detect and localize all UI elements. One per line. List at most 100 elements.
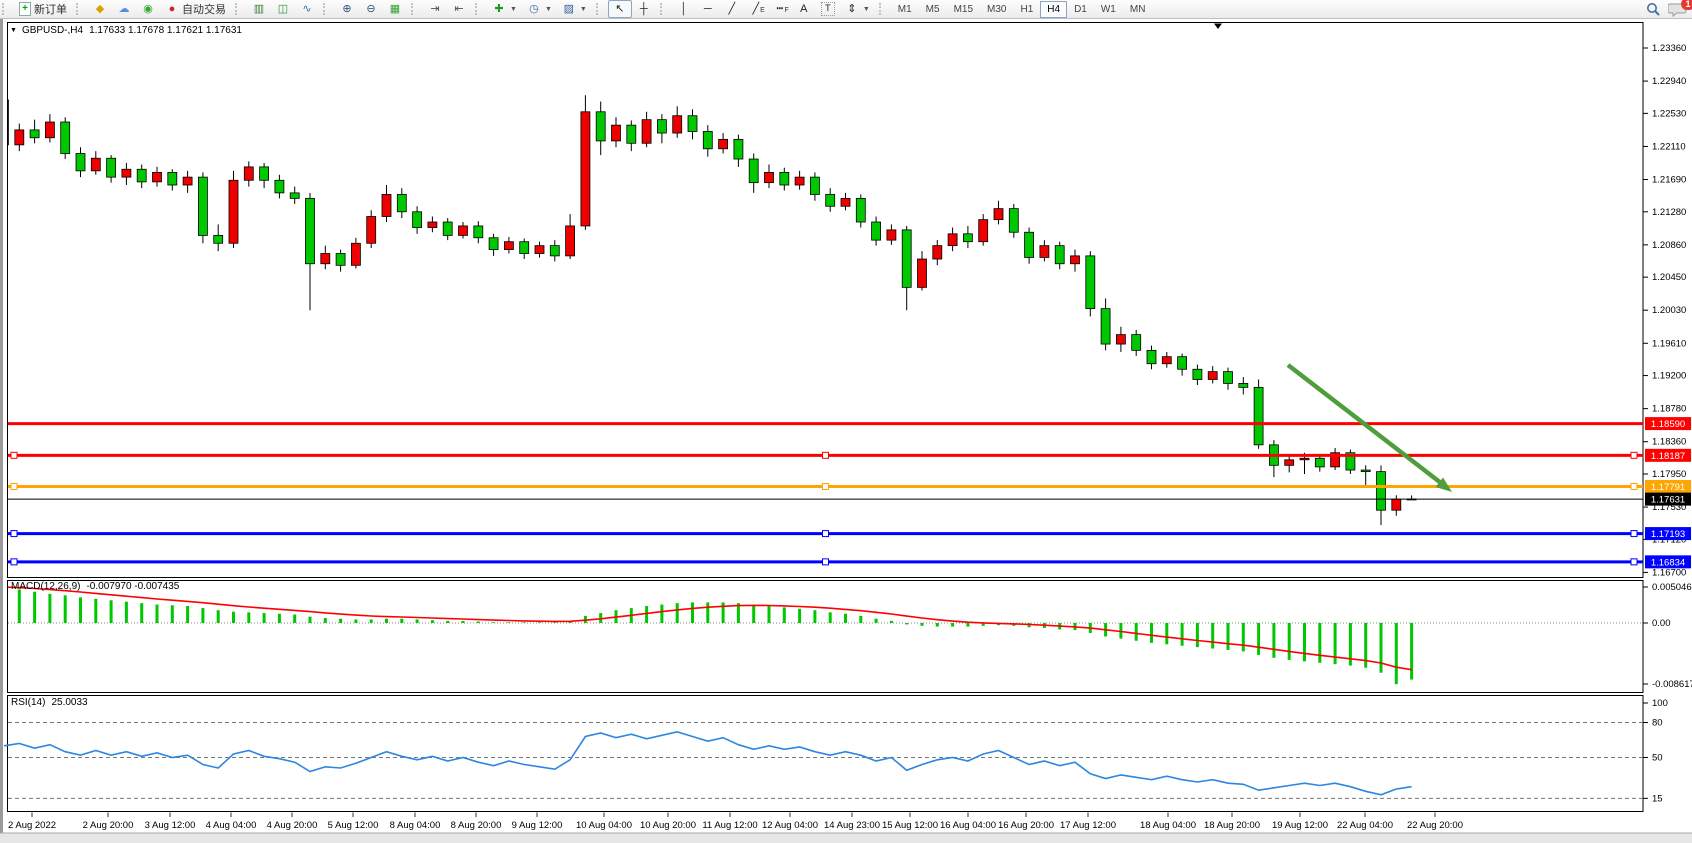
text-button[interactable]: A (792, 0, 816, 18)
tile-windows-button[interactable]: ▦ (383, 0, 407, 18)
vertical-line-button[interactable]: │ (672, 0, 696, 18)
candle-body (612, 125, 621, 141)
chart-bars-icon: ▥ (252, 2, 266, 16)
timeframe-d1-button[interactable]: D1 (1067, 1, 1094, 18)
market-watch-button[interactable]: ◆ (88, 0, 112, 18)
price-tick-label: 1.21690 (1652, 174, 1686, 185)
line-handle[interactable] (823, 531, 829, 537)
candle-body (765, 172, 774, 182)
bar-chart-button[interactable]: ▥ (247, 0, 271, 18)
chart-shift-button[interactable]: ⇤ (447, 0, 471, 18)
indicators-button[interactable]: ✚▼ (487, 0, 522, 18)
line-handle[interactable] (1631, 559, 1637, 565)
auto-scroll-button[interactable]: ⇥ (423, 0, 447, 18)
price-tick-label: 1.20030 (1652, 305, 1686, 316)
candle-body (229, 180, 238, 243)
time-tick-label: 14 Aug 23:00 (824, 820, 880, 831)
candle-body (719, 139, 728, 148)
line-handle[interactable] (823, 559, 829, 565)
line-handle[interactable] (11, 452, 17, 458)
candle-body (581, 112, 590, 226)
candlestick-chart-button[interactable]: ◫ (271, 0, 295, 18)
candle-body (856, 198, 865, 222)
rsi-line (4, 732, 1412, 795)
candle-body (321, 254, 330, 264)
zoom-out-button[interactable]: ⊖ (359, 0, 383, 18)
timeframe-h1-button[interactable]: H1 (1013, 1, 1040, 18)
timeframe-m30-button[interactable]: M30 (980, 1, 1013, 18)
trend-arrow[interactable] (1288, 365, 1452, 492)
chart-canvas[interactable]: 1.233601.229401.225301.221101.216901.212… (0, 18, 1692, 843)
shift-marker-icon[interactable] (1214, 24, 1222, 30)
line-chart-button[interactable]: ∿ (295, 0, 319, 18)
line-handle[interactable] (11, 484, 17, 490)
candle-body (810, 177, 819, 194)
candle-body (351, 243, 360, 265)
line-handle[interactable] (823, 452, 829, 458)
toolbar-grip (660, 3, 667, 15)
chart-title: GBPUSD-,H41.17633 1.17678 1.17621 1.1763… (10, 25, 242, 36)
chart-window[interactable]: 1.233601.229401.225301.221101.216901.212… (0, 18, 1692, 843)
main-panel-border (8, 23, 1644, 578)
zoom-in-button[interactable]: ⊕ (335, 0, 359, 18)
candle-body (30, 130, 39, 138)
macd-values: -0.007970 -0.007435 (86, 581, 179, 592)
candle-body (244, 167, 253, 180)
candle-body (45, 122, 54, 138)
dropdown-arrow-icon[interactable]: ▼ (580, 6, 587, 13)
notification-badge: 1 (1681, 0, 1692, 10)
dropdown-arrow-icon[interactable]: ▼ (863, 6, 870, 13)
toolbar: +新订单 ◆☁◉●自动交易 ▥ ◫∿ ⊕⊖▦ ⇥⇤ ✚▼◷▼▨▼ ↖┼ │ ─ ╱╱E┅FAT⇕▼ M… (0, 0, 1692, 19)
timeframe-m15-button[interactable]: M15 (947, 1, 980, 18)
dropdown-arrow-icon[interactable]: ▼ (510, 6, 517, 13)
time-tick-label: 2 Aug 2022 (8, 820, 56, 831)
time-tick-label: 4 Aug 20:00 (267, 820, 318, 831)
macd-axis[interactable]: 0.0050460.00-0.008617 (1643, 582, 1692, 690)
rsi-indicator-label: RSI(14)25.0033 (11, 697, 88, 708)
price-axis[interactable]: 1.233601.229401.225301.221101.216901.212… (1643, 43, 1691, 578)
timeframe-m1-button[interactable]: M1 (891, 1, 919, 18)
periods-button[interactable]: ◷▼ (522, 0, 557, 18)
search-icon[interactable] (1644, 1, 1662, 17)
price-tag-label: 1.17791 (1651, 482, 1685, 493)
rsi-tick-label: 15 (1652, 793, 1663, 804)
hlines-layer (8, 424, 1643, 565)
crosshair-button[interactable]: ┼ (632, 0, 656, 18)
line-handle[interactable] (823, 484, 829, 490)
candle-body (887, 230, 896, 240)
timeframe-mn-button[interactable]: MN (1123, 1, 1153, 18)
signals-button[interactable]: ◉ (136, 0, 160, 18)
rsi-axis[interactable]: 100805015 (1643, 698, 1668, 804)
trendline-button[interactable]: ╱ (720, 0, 744, 18)
line-handle[interactable] (1631, 531, 1637, 537)
line-handle[interactable] (11, 531, 17, 537)
arrows-button[interactable]: ⇕▼ (840, 0, 875, 18)
timeframe-h4-button[interactable]: H4 (1040, 1, 1067, 18)
equidistant-channel-button[interactable]: ╱E (744, 0, 768, 18)
profiles-button[interactable]: ☁ (112, 0, 136, 18)
price-tick-label: 1.16700 (1652, 567, 1686, 578)
line-handle[interactable] (1631, 484, 1637, 490)
new-order-button-label: 新订单 (34, 1, 67, 17)
templates-button[interactable]: ▨▼ (557, 0, 592, 18)
time-axis[interactable]: 2 Aug 20222 Aug 20:003 Aug 12:004 Aug 04… (8, 813, 1463, 832)
dropdown-arrow-icon[interactable]: ▼ (545, 6, 552, 13)
candle-body (474, 226, 483, 238)
horizontal-line-button[interactable]: ─ (696, 0, 720, 18)
new-order-button[interactable]: +新订单 (14, 0, 72, 18)
line-handle[interactable] (1631, 452, 1637, 458)
line-handle[interactable] (11, 559, 17, 565)
price-tick-label: 1.19610 (1652, 338, 1686, 349)
autotrading-button[interactable]: ●自动交易 (160, 0, 231, 18)
candle-body (336, 254, 345, 266)
cursor-button[interactable]: ↖ (608, 0, 632, 18)
price-tag-label: 1.17631 (1651, 495, 1685, 506)
timeframe-m5-button[interactable]: M5 (919, 1, 947, 18)
timeframe-w1-button[interactable]: W1 (1094, 1, 1123, 18)
text-label-button[interactable]: T (816, 0, 840, 18)
toolbar-grip (475, 3, 482, 15)
hline-icon: ─ (701, 2, 715, 16)
chat-icon[interactable]: 1 (1668, 1, 1690, 17)
fibonacci-button[interactable]: ┅F (768, 0, 792, 18)
chart-menu-icon[interactable] (10, 25, 22, 36)
